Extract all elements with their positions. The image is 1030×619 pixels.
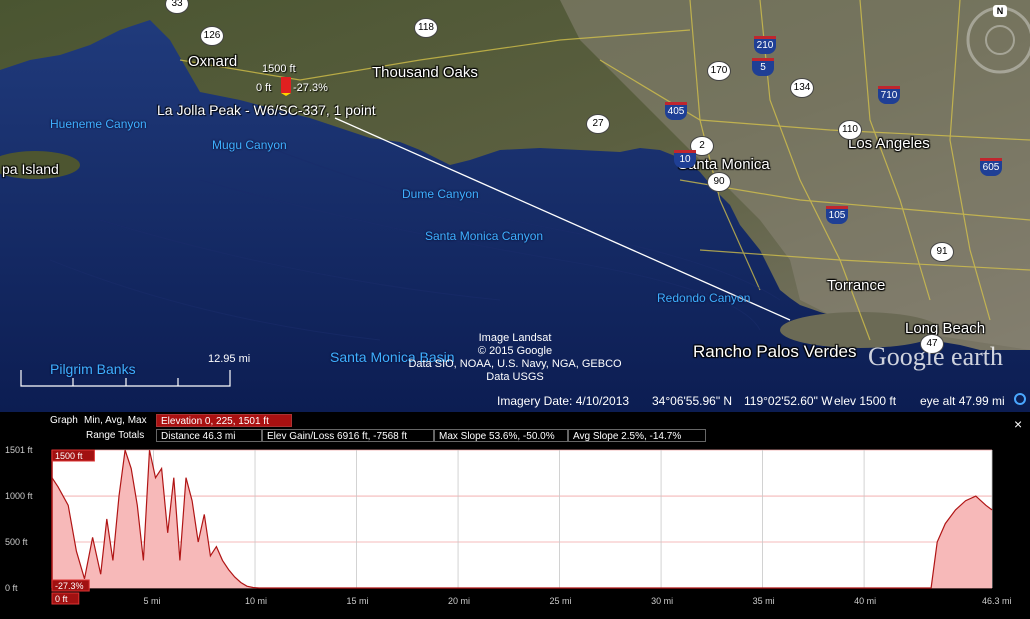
route-shield-110: 110 xyxy=(838,120,862,140)
canyon-mugu: Mugu Canyon xyxy=(212,138,287,152)
longitude-readout: 119°02'52.60" W xyxy=(744,394,833,408)
latitude-readout: 34°06'55.96" N xyxy=(652,394,733,408)
streaming-status-icon xyxy=(1014,393,1026,405)
credit-line: Image Landsat xyxy=(478,332,552,344)
y-tick-label: 1501 ft xyxy=(5,445,33,455)
place-los-angeles: Los Angeles xyxy=(848,135,930,152)
x-tick-label: 46.3 mi xyxy=(982,596,1012,606)
placemark-title: La Jolla Peak - W6/SC-337, 1 point xyxy=(157,102,376,118)
interstate-shield-710: 710 xyxy=(878,86,900,104)
place-long-beach: Long Beach xyxy=(905,320,986,337)
canyon-santa-monica: Santa Monica Canyon xyxy=(425,229,544,243)
place-oxnard: Oxnard xyxy=(188,53,238,70)
marker-zero: 0 ft xyxy=(256,82,272,94)
eye-altitude-readout: eye alt 47.99 mi xyxy=(920,394,1005,408)
x-tick-label: 20 mi xyxy=(448,596,470,606)
interstate-shield-105: 105 xyxy=(826,206,848,224)
route-shield-126: 126 xyxy=(200,26,224,46)
x-tick-label: 30 mi xyxy=(651,596,673,606)
compass-north-icon[interactable]: N xyxy=(993,5,1007,17)
x-tick-label: 40 mi xyxy=(854,596,876,606)
route-shield-91: 91 xyxy=(930,242,954,262)
x-tick-label: 5 mi xyxy=(144,596,161,606)
place-torrance: Torrance xyxy=(827,277,886,294)
route-shield-134: 134 xyxy=(790,78,814,98)
elevation-chart[interactable]: 1501 ft 1000 ft 500 ft 0 ft 5 mi 10 mi 15 mi 20… xyxy=(0,412,1030,619)
place-thousand-oaks: Thousand Oaks xyxy=(372,64,478,81)
cursor-slope-tag: -27.3% xyxy=(51,579,90,592)
marker-elevation: 1500 ft xyxy=(262,63,296,75)
y-tick-label: 0 ft xyxy=(5,583,18,593)
place-island: pa Island xyxy=(2,161,59,177)
interstate-shield-10: 10 xyxy=(674,150,696,168)
imagery-credits: Image Landsat © 2015 Google Data SIO, NO… xyxy=(400,332,630,384)
scale-bar: 12.95 mi xyxy=(20,354,250,393)
svg-text:0 ft: 0 ft xyxy=(55,594,68,604)
canyon-hueneme: Hueneme Canyon xyxy=(50,117,147,131)
y-tick-label: 1000 ft xyxy=(5,491,33,501)
x-tick-label: 35 mi xyxy=(753,596,775,606)
interstate-shield-210: 210 xyxy=(754,36,776,54)
marker-slope: -27.3% xyxy=(293,82,328,94)
interstate-shield-405: 405 xyxy=(665,102,687,120)
route-shield-27: 27 xyxy=(586,114,610,134)
scale-bar-ruler xyxy=(20,370,231,387)
x-tick-label: 15 mi xyxy=(347,596,369,606)
elevation-readout: elev 1500 ft xyxy=(834,394,897,408)
earth-map-view[interactable]: Oxnard Thousand Oaks Santa Monica Los An… xyxy=(0,0,1030,412)
elevation-profile-panel: Graph Min, Avg, Max Elevation 0, 225, 15… xyxy=(0,412,1030,619)
credit-line: Data USGS xyxy=(486,371,544,383)
place-rancho-palos-verdes: Rancho Palos Verdes xyxy=(693,342,857,361)
x-tick-label: 25 mi xyxy=(550,596,572,606)
canyon-dume: Dume Canyon xyxy=(402,187,479,201)
imagery-date: Imagery Date: 4/10/2013 xyxy=(497,394,630,408)
interstate-shield-5: 5 xyxy=(752,58,774,76)
route-shield-90: 90 xyxy=(707,172,731,192)
route-shield-118: 118 xyxy=(414,18,438,38)
pushpin-icon xyxy=(281,77,291,96)
interstate-shield-605: 605 xyxy=(980,158,1002,176)
cursor-elevation-tag: 1500 ft xyxy=(51,449,95,462)
google-earth-logo: Google earth xyxy=(868,342,1004,371)
credit-line: © 2015 Google xyxy=(477,345,553,357)
x-tick-label: 10 mi xyxy=(245,596,267,606)
cursor-distance-tag: 0 ft xyxy=(51,592,80,605)
route-shield-170: 170 xyxy=(707,61,731,81)
svg-text:1500 ft: 1500 ft xyxy=(55,451,83,461)
credit-line: Data SIO, NOAA, U.S. Navy, NGA, GEBCO xyxy=(408,358,622,370)
scale-bar-label: 12.95 mi xyxy=(208,353,251,365)
svg-text:-27.3%: -27.3% xyxy=(55,581,84,591)
canyon-redondo: Redondo Canyon xyxy=(657,291,751,305)
y-tick-label: 500 ft xyxy=(5,537,28,547)
